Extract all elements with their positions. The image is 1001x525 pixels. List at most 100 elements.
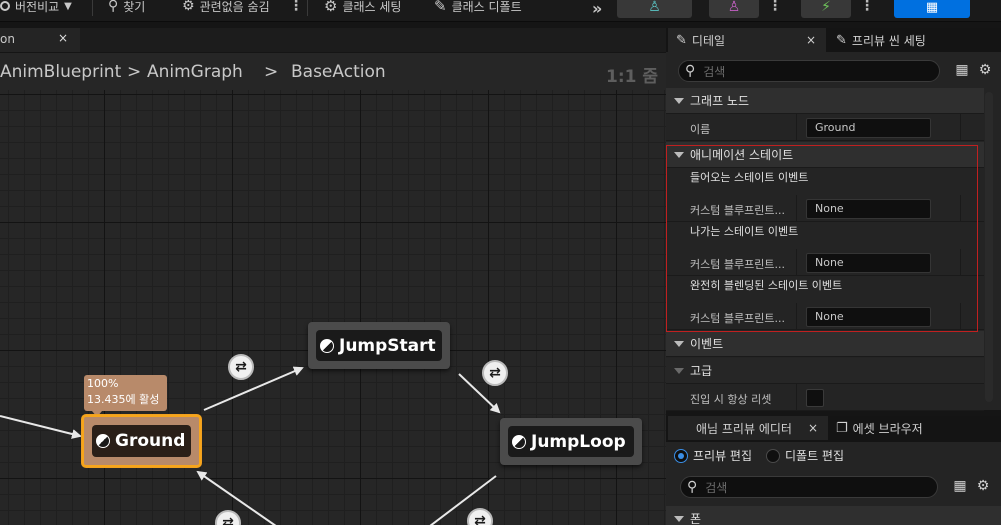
property-divider [960,195,961,221]
mesh-icon: ♙ [727,0,741,15]
state-node-body: JumpLoop [508,426,634,457]
group-entered-state-event: 들어오는 스테이트 이벤트 [690,171,809,184]
entered-event-field[interactable]: None [806,199,931,219]
skeleton-mode-button[interactable]: ♙ [617,0,692,18]
hide-unrelated-options-icon[interactable]: ⋮ [289,0,303,14]
wire-ground-to-jumpstart [203,366,304,411]
skeleton-icon: ♙ [648,0,661,15]
toolbar: 버전비교 ▼ ⚲ 찾기 ⚙ 관련없음 숨김 ⋮ ⚙ 클래스 세팅 ✎ 클래스 디… [0,0,1001,22]
toolbar-overflow-icon[interactable]: » [592,0,602,20]
hide-unrelated-label: 관련없음 숨김 [199,0,270,14]
transition-icon[interactable]: ⇄ [228,354,254,380]
state-icon [512,434,526,449]
tab-preview-scene-settings[interactable]: ✎ 프리뷰 씬 세팅 [832,28,926,52]
class-defaults-label: 클래스 디폴트 [451,0,522,14]
property-divider [960,114,961,140]
category-title: 고급 [690,364,713,378]
group-fully-blended-state-event: 완전히 블렌딩된 스테이트 이벤트 [690,279,843,292]
diff-label: 버전비교 [15,0,60,14]
collapse-triangle-icon [674,367,684,374]
state-node-ground[interactable]: Ground [82,415,201,467]
animation-mode-options-icon[interactable]: ⋮ [860,0,874,14]
details-search-row: ⚲ 검색 ▦ ⚙ [666,52,1001,86]
category-pawn[interactable]: 폰 [666,506,1001,525]
mesh-mode-options-icon[interactable]: ⋮ [768,0,782,14]
left-event-field[interactable]: None [806,253,931,273]
radio-edit-preview-label: 프리뷰 편집 [693,449,753,463]
details-scrollbar[interactable] [985,92,993,402]
state-tooltip: 100% 13.435에 활성 [84,375,167,411]
blueprint-mode-button[interactable]: ▦ [894,0,970,18]
property-row-always-reset-on-entry: 진입 시 항상 리셋 [666,384,984,411]
category-animation-state[interactable]: 애니메이션 스테이트 [666,142,984,168]
grid-view-icon[interactable]: ▦ [954,62,970,78]
fully-blended-event-field[interactable]: None [806,307,931,327]
preview-search-placeholder: 검색 [705,480,728,495]
grid-view-icon[interactable]: ▦ [952,478,968,494]
tab-graph[interactable]: on × [0,28,80,52]
property-divider [796,303,797,329]
tab-anim-preview-editor[interactable]: 애님 프리뷰 에디터 × [668,416,828,440]
property-row-fully-blended-custom-blueprint: 커스텀 블루프린트... None [666,303,984,330]
entry-wire [0,415,82,439]
breadcrumb-separator: > [127,62,142,82]
tab-details[interactable]: ✎ 디테일 × [668,28,826,52]
hide-unrelated-button[interactable]: ⚙ 관련없음 숨김 [182,0,270,18]
mesh-mode-button[interactable]: ♙ [709,0,759,18]
state-label: JumpLoop [531,431,626,452]
details-tab-bar: ✎ 디테일 × ✎ 프리뷰 씬 세팅 [666,28,1001,52]
animation-mode-button[interactable]: ⚡ [801,0,851,18]
tab-details-label: 디테일 [691,33,726,48]
state-node-body: Ground [92,425,191,457]
running-figure-icon: ⚡ [821,0,831,15]
close-icon[interactable]: × [808,421,818,435]
toolbar-divider [92,0,93,16]
transition-icon[interactable]: ⇄ [482,360,508,386]
radio-edit-defaults-label: 디폴트 편집 [785,449,845,463]
property-divider [796,195,797,221]
property-label: 진입 시 항상 리셋 [690,393,772,406]
property-divider [960,303,961,329]
radio-edit-preview[interactable]: 프리뷰 편집 [674,447,752,464]
gear-icon[interactable]: ⚙ [977,62,993,78]
asset-browser-icon: ❐ [836,420,848,436]
close-icon[interactable]: × [806,33,816,47]
breadcrumb-item-animgraph[interactable]: AnimGraph [147,62,243,82]
diff-icon [0,1,10,11]
property-label: 커스텀 블루프린트... [690,258,785,271]
category-advanced[interactable]: 고급 [666,358,984,384]
diff-dropdown[interactable]: 버전비교 ▼ [0,0,72,18]
class-defaults-button[interactable]: ✎ 클래스 디폴트 [434,0,522,18]
details-search-input[interactable]: ⚲ 검색 [678,60,940,82]
find-button[interactable]: ⚲ 찾기 [108,0,145,18]
property-divider [796,249,797,275]
collapse-triangle-icon [674,515,684,522]
name-field[interactable]: Ground [806,118,931,138]
breadcrumb: AnimBlueprint > AnimGraph > BaseAction 1… [0,53,666,90]
category-graph-node[interactable]: 그래프 노드 [666,88,984,114]
tooltip-active-time: 13.435에 활성 [87,393,160,406]
property-row-name: 이름 Ground [666,114,984,141]
property-label: 커스텀 블루프린트... [690,204,785,217]
tooltip-weight: 100% [87,377,119,390]
category-title: 그래프 노드 [690,94,750,108]
collapse-triangle-icon [674,97,684,104]
state-node-jumploop[interactable]: JumpLoop [500,418,642,465]
tab-anim-preview-editor-label: 애님 프리뷰 에디터 [696,421,792,436]
class-settings-button[interactable]: ⚙ 클래스 세팅 [324,0,401,18]
state-icon [96,434,110,448]
close-icon[interactable]: × [58,31,68,45]
always-reset-checkbox[interactable] [806,389,824,407]
search-icon: ⚲ [685,63,696,79]
gear-icon[interactable]: ⚙ [975,478,991,494]
state-node-jumpstart[interactable]: JumpStart [308,322,450,369]
preview-search-input[interactable]: ⚲ 검색 [680,476,938,498]
chevron-down-icon: ▼ [64,0,72,12]
radio-edit-defaults[interactable]: 디폴트 편집 [766,447,844,464]
tab-asset-browser[interactable]: ❐ 에셋 브라우저 [836,416,923,440]
category-events[interactable]: 이벤트 [666,331,984,357]
breadcrumb-item-animblueprint[interactable]: AnimBlueprint [0,62,121,82]
breadcrumb-item-baseaction[interactable]: BaseAction [291,62,386,82]
graph-canvas[interactable]: ⇄ ⇄ ⇄ ⇄ 100% 13.435에 활성 Ground JumpStart… [0,90,666,525]
hide-unrelated-icon: ⚙ [182,0,195,14]
